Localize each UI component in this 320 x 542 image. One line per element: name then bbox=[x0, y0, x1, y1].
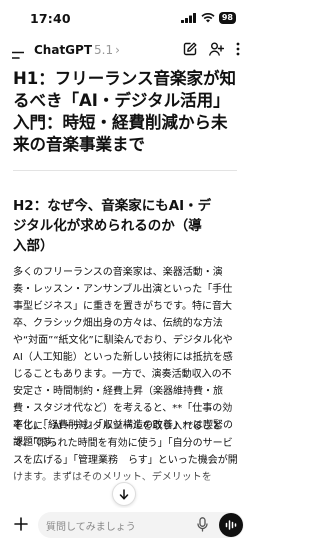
attach-button[interactable] bbox=[8, 511, 34, 537]
scroll-down-button[interactable] bbox=[112, 482, 136, 506]
mic-icon[interactable] bbox=[197, 517, 208, 532]
voice-wave-icon bbox=[225, 520, 237, 530]
add-person-icon[interactable] bbox=[209, 42, 224, 56]
nav-bar: ChatGPT 5.1 › bbox=[0, 36, 250, 66]
menu-icon[interactable] bbox=[11, 45, 25, 64]
wifi-icon bbox=[201, 13, 215, 23]
arrow-down-icon bbox=[119, 488, 129, 500]
message-input[interactable]: 質問してみましょう bbox=[38, 512, 244, 538]
composer: 質問してみましょう bbox=[0, 508, 250, 542]
chevron-right-icon: › bbox=[115, 43, 120, 57]
status-icons: 98 bbox=[180, 12, 236, 24]
more-icon[interactable] bbox=[236, 42, 240, 56]
plus-icon bbox=[14, 517, 28, 531]
input-placeholder: 質問してみましょう bbox=[46, 522, 136, 533]
status-time: 17:40 bbox=[30, 11, 71, 26]
heading-h1: H1：フリーランス音楽家が知るべき「AI・デジタル活用」入門：時短・経費削減から… bbox=[13, 69, 236, 154]
app-title: ChatGPT bbox=[34, 43, 93, 57]
heading-h2: H2：なぜ今、音楽家にもAI・デジタル化が求められるのか（導入部） bbox=[13, 198, 212, 254]
battery-icon: 98 bbox=[218, 12, 236, 24]
model-version: 5.1 bbox=[94, 43, 114, 57]
signal-icon bbox=[180, 13, 196, 23]
edit-icon[interactable] bbox=[183, 42, 197, 56]
nav-actions bbox=[183, 42, 240, 56]
voice-mode-button[interactable] bbox=[219, 513, 243, 537]
status-bar: 17:40 98 bbox=[0, 0, 250, 34]
model-selector[interactable]: ChatGPT 5.1 › bbox=[34, 43, 120, 57]
assistant-message: H1：フリーランス音楽家が知るべき「AI・デジタル活用」入門：時短・経費削減から… bbox=[0, 66, 250, 506]
divider bbox=[13, 170, 237, 171]
